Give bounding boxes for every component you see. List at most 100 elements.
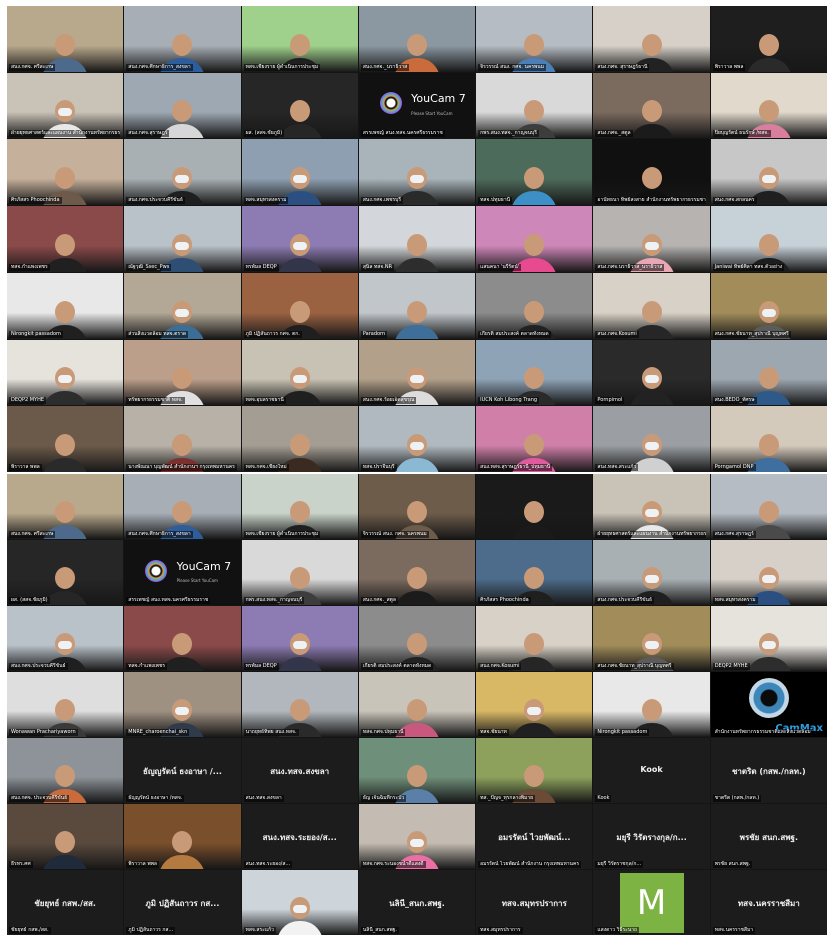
participant-tile[interactable]: Wonawan Prachariyaworn xyxy=(7,672,124,737)
participant-tile[interactable]: Porngamol DNP xyxy=(710,406,827,472)
participant-tile[interactable]: ทส._ปัญจ_ทุรกลางพิมาย xyxy=(476,738,593,803)
participant-tile[interactable]: ทสจ.กำแพงเพชร xyxy=(7,206,124,272)
participant-tile[interactable]: สนง.กศจ.ชัยนาท_สุปราณี บุญทศรี xyxy=(710,272,827,339)
participant-tile[interactable]: มยุรี วิรัตรางกุล/ก... มยุรี วิรัตราชกุล/… xyxy=(593,804,710,869)
participant-tile[interactable]: สนง.กศจ.สุราษฎร์ xyxy=(124,72,241,139)
participant-tile[interactable]: ผส. (สสจ.ชัยภูมิ) xyxy=(241,72,358,139)
participant-tile[interactable]: ทสจ.ปราจีนบุรี xyxy=(358,406,476,472)
participant-tile[interactable]: IUCN Koh Libong Trang xyxy=(476,339,593,406)
participant-tile[interactable]: ทสจ.สมุทรสงคราม xyxy=(710,540,827,605)
participant-tile[interactable]: สนง.กศจ. ศรีสะเกษ xyxy=(7,474,124,539)
participant-tile[interactable]: ทสจ.ชัยนาท xyxy=(476,672,593,737)
participant-tile[interactable]: MNRE_charoenchai_skn xyxy=(124,672,241,737)
participant-tile[interactable]: พิราวาล พพล xyxy=(710,6,827,72)
participant-tile[interactable]: ทสจ.อุบลราชธานี xyxy=(241,339,358,406)
participant-tile[interactable]: ทสจ.กศจ.เชียงใหม่ xyxy=(241,406,358,472)
participant-tile[interactable]: ทสจ.สมุทรสงคราม xyxy=(241,139,358,206)
participant-tile[interactable]: สนง.กศจ. สุราษฎร์ธานี xyxy=(593,6,710,72)
participant-tile[interactable]: สนง.BEDO_ทัศรษ xyxy=(710,339,827,406)
participant-tile[interactable]: ทสจ.ปทุมธานี xyxy=(476,139,593,206)
participant-tile[interactable]: นาถยุทธ์ทิพย สนง.ทสจ. xyxy=(241,672,358,737)
participant-tile[interactable]: Nirongkit passadom xyxy=(593,672,710,737)
participant-tile[interactable]: Nirongkit passadom xyxy=(7,272,124,339)
participant-tile[interactable]: ธัญ เจ้นฉิมที่กระบัว xyxy=(358,738,476,803)
participant-tile[interactable]: อมรรัตน์ ไวยพัฒน์... อมรรัตน์ ไวยพัฒน์ สำ… xyxy=(476,804,593,869)
participant-tile[interactable]: พิราวาล พพล xyxy=(7,406,124,472)
participant-tile[interactable]: สนง.กศจ.สุราษฎร์ xyxy=(710,474,827,539)
participant-tile[interactable]: ธัญญรัตน์ ธงอาษา /... ธัญญรัตน์ ธงอาษา /ท… xyxy=(124,738,241,803)
participant-tile[interactable]: ทสจ.เชียงราย ผู้ดำเนินการประชุม xyxy=(241,6,358,72)
participant-tile[interactable]: สนง.ทสจ.สงขลา สนง.ทสจ.สงขลา xyxy=(241,738,358,803)
participant-tile[interactable]: เกียรติ สมประสงค์ ตลาดทั้งหมด xyxy=(476,272,593,339)
participant-tile[interactable]: YouCam 7 Please Start YouCam สรรเพชญ์ สนง.… xyxy=(124,540,241,605)
participant-tile[interactable]: ศิรภัสสร Phoochinda xyxy=(7,139,124,206)
participant-tile[interactable]: ทรพ์มล DEQP xyxy=(241,606,358,671)
participant-tile[interactable]: ทสจ.กศจ.ระนองชน้ำดีแสงดี xyxy=(358,804,476,869)
participant-tile[interactable]: Paradorn xyxy=(358,272,476,339)
participant-tile[interactable]: ส่วนสิ่งแวดล้อม ทสจ.ตราด xyxy=(124,272,241,339)
participant-tile[interactable]: ณัฐวุฒิ_Ssec_Pws xyxy=(124,206,241,272)
participant-tile[interactable]: สนง.ทสจ.สุราษฎร์ธานี_ปทุมธานี xyxy=(476,406,593,472)
participant-tile[interactable]: ทรัพยากรธรรมชาติ ทสจ. xyxy=(124,339,241,406)
participant-tile[interactable]: นางพัณณา บุญพัฒน์ สำนักงานฯ กรุงเทพมหานค… xyxy=(124,406,241,472)
participant-tile[interactable]: ทสจ.กศจ.ปทุมธานี xyxy=(358,672,476,737)
participant-tile[interactable]: ทสจ.นครราชสีมา ทสจ.นครราชสีมา xyxy=(710,870,827,935)
participant-tile[interactable]: ทสจ.สระแก้ว xyxy=(241,870,358,935)
participant-tile[interactable]: M แสงดาว วิธีระนาถ xyxy=(593,870,710,935)
participant-tile[interactable]: ฝ่ายยุทธศาสตร์และแผนงาน สำนักงานทรัพยากร… xyxy=(593,474,710,539)
participant-tile[interactable]: ปิยบุญรัตน์ ธนรักษ์ /ทสจ. xyxy=(710,72,827,139)
participant-tile[interactable]: สนง.กศจ._สตูล xyxy=(358,540,476,605)
participant-tile[interactable]: ทสจ.สมุทรปราการ ทสจ.สมุทรปราการ xyxy=(476,870,593,935)
participant-tile[interactable]: ผส. (สสจ.ชัยภูมิ) xyxy=(7,540,124,605)
participant-tile[interactable]: สนง.กศจ.ประจวบคีรีขันธ์ xyxy=(593,540,710,605)
participant-tile[interactable]: สนง.กศจ.Kosumi xyxy=(593,272,710,339)
participant-name-label: สนง.กศจ.ประจวบคีรีขันธ์ xyxy=(9,663,68,670)
participant-tile[interactable]: ธีรทร.ศศ xyxy=(7,804,124,869)
participant-tile[interactable] xyxy=(476,474,593,539)
participant-tile[interactable]: นลินี_สนก.สพฐ. นลินี_สนก.สพฐ. xyxy=(358,870,476,935)
participant-tile[interactable]: ภูมิ ปฏิสันถาวร กส... ภูมิ ปฏิสันถาวร กส.… xyxy=(124,870,241,935)
participant-tile[interactable]: สนง.กศจ.ประจวบคีรีขันธ์ xyxy=(124,139,241,206)
participant-tile[interactable]: กพร.สนง.ทสจ._กาญจนบุรี xyxy=(241,540,358,605)
participant-tile[interactable]: เกียรติ สมประสงค์ ตลาดทั้งหมด xyxy=(358,606,476,671)
participant-tile[interactable]: สนง.กศจ._สตูล xyxy=(593,72,710,139)
participant-tile[interactable]: กพร.สนง.ทสจ._กาญจนบุรี xyxy=(476,72,593,139)
participant-tile[interactable]: YouCam 7 Please Start YouCam สรรเพชญ์ สนง.… xyxy=(358,72,476,139)
participant-tile[interactable]: สนง.กศจ.เพชรบุรี xyxy=(358,139,476,206)
participant-tile[interactable]: สนง.กศจ.ชัยนาท_สุปราณี บุญทศรี xyxy=(593,606,710,671)
participant-tile[interactable]: CamMaxสำนักงานทรัพยากรธรรมชาติและสิ่งแวด… xyxy=(710,672,827,737)
participant-tile[interactable]: สนง.กศจ.Kosumi xyxy=(476,606,593,671)
participant-tile[interactable]: ฝ่ายยุทธศาสตร์และแผนงาน สำนักงานทรัพยากร… xyxy=(7,72,124,139)
participant-tile[interactable]: DEQP2 MYHE xyxy=(710,606,827,671)
participant-tile[interactable]: พิราวาล พพล xyxy=(124,804,241,869)
participant-tile[interactable]: ชาตริต (กสพ./กลท.) ชาตรีต (กสพ./กลท.) xyxy=(710,738,827,803)
participant-tile[interactable]: สนง.กศจ._นราธิวาส xyxy=(358,6,476,72)
participant-tile[interactable]: อานัทธนา ทิพย์สงสาย สำนักงานทรัพยากรธรรม… xyxy=(593,139,710,206)
participant-tile[interactable]: สุนิล ทสจ.NR xyxy=(358,206,476,272)
participant-tile[interactable]: ภูมิ ปฏิสันถาวร กศจ. ตก. xyxy=(241,272,358,339)
participant-tile[interactable]: สนง.กศจ.ร้อยเอ็ดสุขรุณ xyxy=(358,339,476,406)
participant-tile[interactable]: สนง.ทสจ.ระยอง/ส... สนง.ทสจ.ระยอง/ส... xyxy=(241,804,358,869)
participant-tile[interactable]: สนง.กศจ.ศึกษาธิการ_สงขลา xyxy=(124,6,241,72)
participant-tile[interactable]: ชัยยุทธ์ กสพ./สส. ชัยยุทธ์ กสพ./สส. xyxy=(7,870,124,935)
participant-tile[interactable]: สนง.กศจ.สกลนคร xyxy=(710,139,827,206)
participant-tile[interactable]: Pornpimol xyxy=(593,339,710,406)
participant-tile[interactable]: ทรพ์มล DEQP xyxy=(241,206,358,272)
participant-tile[interactable]: ทสจ.กำแพงเพชร xyxy=(124,606,241,671)
participant-tile[interactable]: สนง.กศจ.ศึกษาธิการ_สงขลา xyxy=(124,474,241,539)
participant-tile[interactable]: สนง.กศจ. ศรีสะเกษ xyxy=(7,6,124,72)
participant-tile[interactable]: สนง.กศจ. ประจวบคีรีขันธ์ xyxy=(7,738,124,803)
participant-name-label: กพร.สนง.ทสจ._กาญจนบุรี xyxy=(478,130,539,138)
participant-tile[interactable]: สนง.ทสจ.สระแก้ว xyxy=(593,406,710,472)
participant-tile[interactable]: สนง.กศจ.นราธิวาส_นราธิวาส xyxy=(593,206,710,272)
participant-tile[interactable]: ศิรภัสสร Phoochinda xyxy=(476,540,593,605)
participant-tile[interactable]: สนง.กศจ.ประจวบคีรีขันธ์ xyxy=(7,606,124,671)
participant-tile[interactable]: พรชัย สนก.สพฐ. พรชัย สนก.สพฐ. xyxy=(710,804,827,869)
participant-tile[interactable]: Kook Kook xyxy=(593,738,710,803)
participant-tile[interactable]: DEQP2 MYHE xyxy=(7,339,124,406)
participant-tile[interactable]: Janiwai ทิพย์ศิลา ทสจ.ตัวอย่าง xyxy=(710,206,827,272)
participant-tile[interactable]: จิรวรรณ์ สนง. กศจ. นครพนม xyxy=(358,474,476,539)
participant-tile[interactable]: ทสจ.เชียงราย ผู้ดำเนินการประชุม xyxy=(241,474,358,539)
participant-tile[interactable]: แสนคนา 'นรีรัตน์' xyxy=(476,206,593,272)
participant-tile[interactable]: จิรวรรณ์ สนง. กศจ. นครพนม xyxy=(476,6,593,72)
